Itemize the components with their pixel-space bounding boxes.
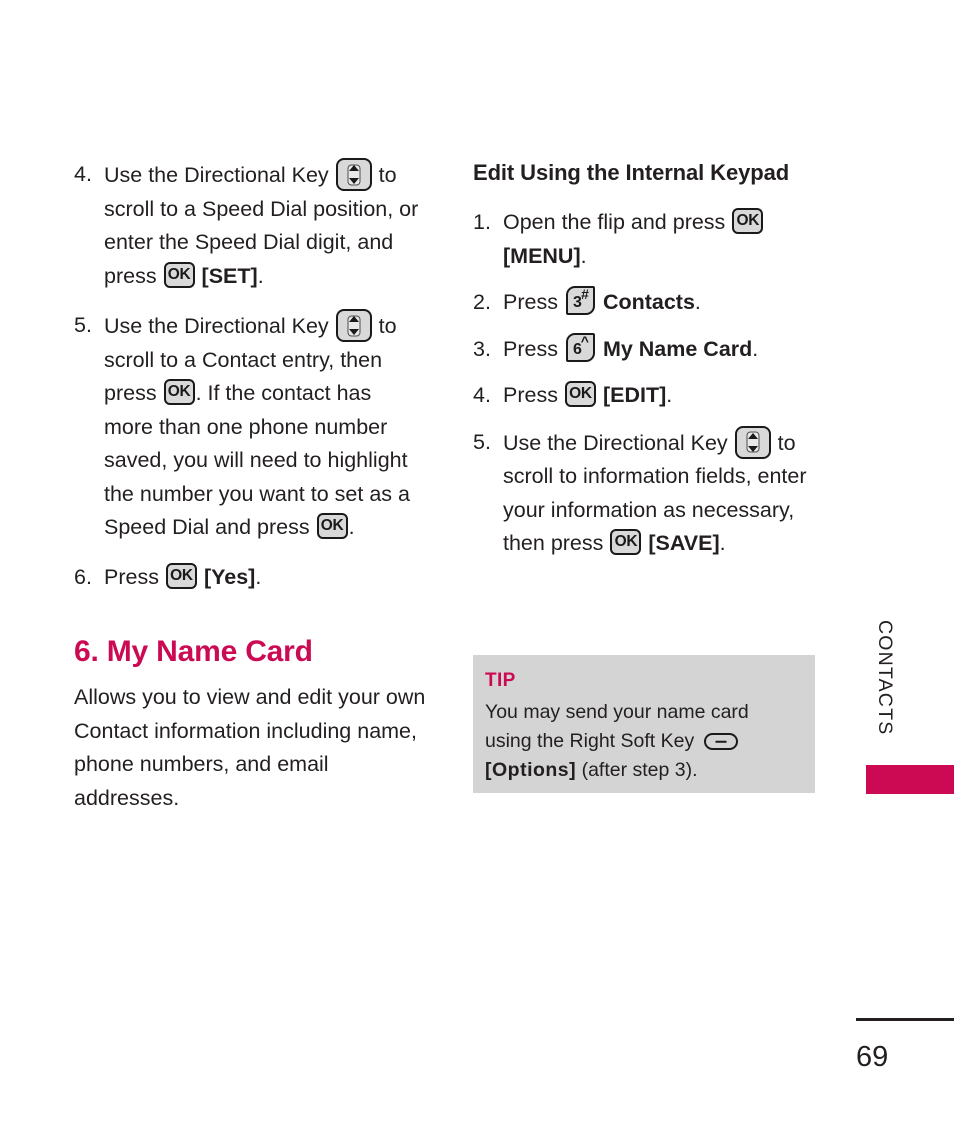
tip-title: TIP (485, 670, 516, 691)
step-number: 6. (74, 564, 92, 589)
step-text-part: Use the Directional Key (104, 314, 329, 338)
menu-label: Contacts (602, 290, 695, 314)
bracket-label: [SAVE] (648, 531, 720, 555)
footer-divider (856, 1018, 954, 1021)
tip-text-part: (after step 3). (581, 759, 698, 781)
list-item: 2. Press 3 # Contacts. (473, 286, 825, 320)
ok-key-icon: OK (610, 529, 642, 555)
section-body-text: Allows you to view and edit your own Con… (74, 685, 426, 810)
step-text-part: Press (503, 290, 558, 314)
step-text-part: . (348, 515, 355, 539)
list-item: 4. Press OK [EDIT]. (473, 379, 825, 413)
step-text-part: Use the Directional Key (104, 163, 329, 187)
directional-key-icon (335, 309, 372, 342)
right-soft-key-icon (703, 733, 738, 750)
list-item: 3. Press 6 ^ My Name Card. (473, 332, 825, 367)
page-title: 6. My Name Card (74, 635, 313, 668)
list-item: 5. Use the Directional Key to scroll to … (74, 309, 426, 545)
step-text-part: Press (503, 336, 558, 361)
left-column: 4. Use the Directional Key to scroll to … (74, 158, 426, 815)
directional-key-icon (734, 425, 771, 459)
step-number: 4. (74, 162, 92, 186)
step-text-part: . (257, 263, 264, 288)
step-number: 4. (473, 383, 491, 407)
list-item: 5. Use the Directional Key to scroll to … (473, 425, 825, 561)
step-text-part: . (752, 336, 759, 361)
bracket-label: [Yes] (203, 564, 256, 589)
step-text-part: Open the flip and press (503, 210, 726, 234)
ok-key-icon: OK (564, 381, 596, 407)
right-column: Edit Using the Internal Keypad 1. Open t… (473, 158, 825, 577)
ok-key-icon: OK (316, 513, 348, 539)
bracket-label: [MENU] (503, 243, 581, 268)
section-tab-marker (866, 765, 954, 794)
keypad-3-icon: 3 # (565, 286, 595, 315)
step-text-part: . (255, 564, 262, 589)
list-item: 1. Open the flip and press OK [MENU]. (473, 206, 825, 273)
tip-callout-box: TIP You may send your name card using th… (473, 655, 815, 793)
ok-key-icon: OK (163, 379, 195, 405)
keypad-superscript: # (581, 286, 589, 302)
step-text-part: Use the Directional Key (503, 430, 728, 455)
list-item: 4. Use the Directional Key to scroll to … (74, 158, 426, 293)
subsection-heading: Edit Using the Internal Keypad (473, 160, 790, 185)
step-number: 5. (74, 313, 92, 337)
bracket-label: [EDIT] (602, 383, 667, 407)
options-label: [Options] (485, 759, 577, 781)
step-text-part: . (694, 290, 701, 314)
step-text-part: Press (503, 383, 558, 407)
directional-key-icon (335, 158, 372, 191)
step-number: 3. (473, 336, 491, 361)
manual-page: 4. Use the Directional Key to scroll to … (0, 0, 954, 1145)
page-number: 69 (856, 1041, 889, 1073)
step-number: 5. (473, 429, 491, 454)
step-number: 2. (473, 290, 491, 314)
step-number: 1. (473, 210, 491, 234)
section-tab-label: CONTACTS (874, 620, 896, 736)
bracket-label: [SET] (201, 263, 258, 288)
keypad-6-icon: 6 ^ (565, 332, 595, 362)
tip-body: You may send your name card using the Ri… (485, 698, 799, 785)
step-text-part: . (666, 383, 673, 407)
keypad-superscript: ^ (580, 332, 589, 349)
step-text-part: . (719, 531, 726, 555)
ok-key-icon: OK (163, 261, 195, 288)
menu-label: My Name Card (602, 336, 753, 361)
list-item: 6. Press OK [Yes]. (74, 561, 426, 595)
ok-key-icon: OK (165, 562, 197, 589)
ok-key-icon: OK (732, 208, 764, 234)
step-text-part: Press (104, 564, 159, 589)
step-text-part: . (580, 243, 587, 268)
